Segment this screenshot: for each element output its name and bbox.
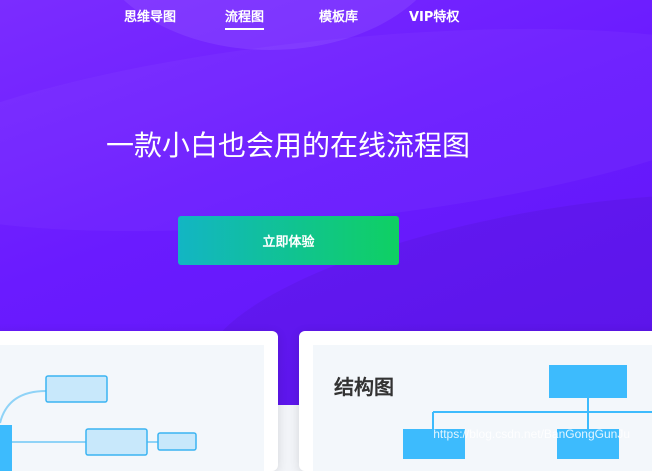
structure-node <box>549 365 627 398</box>
flowchart-preview-canvas <box>0 345 264 471</box>
flowchart-preview-card[interactable] <box>0 331 278 471</box>
structure-chart-preview-canvas: 结构图 <box>313 345 652 471</box>
nav-item-flowchart-label: 流程图 <box>225 10 265 25</box>
diagram-node <box>0 425 12 471</box>
diagram-node <box>85 428 148 456</box>
nav-item-vip[interactable]: VIP特权 <box>409 6 459 25</box>
structure-connector <box>432 398 652 429</box>
try-now-button[interactable]: 立即体验 <box>178 216 399 265</box>
nav-item-templates[interactable]: 模板库 <box>319 6 358 25</box>
nav-item-flowchart[interactable]: 流程图 <box>225 6 265 30</box>
diagram-connector <box>0 390 47 424</box>
nav-active-underline <box>225 28 265 30</box>
diagram-node <box>45 375 108 403</box>
diagram-node <box>157 432 197 451</box>
nav-item-mindmap[interactable]: 思维导图 <box>124 6 176 25</box>
flowchart-diagram <box>0 375 197 471</box>
hero-headline: 一款小白也会用的在线流程图 <box>106 129 471 162</box>
structure-diagram <box>403 365 652 459</box>
top-nav: 思维导图 流程图 模板库 VIP特权 <box>0 6 652 34</box>
structure-chart-preview-card[interactable]: 结构图 <box>299 331 652 471</box>
watermark: https://blog.csdn.net/BanGongGunJu <box>433 427 630 441</box>
